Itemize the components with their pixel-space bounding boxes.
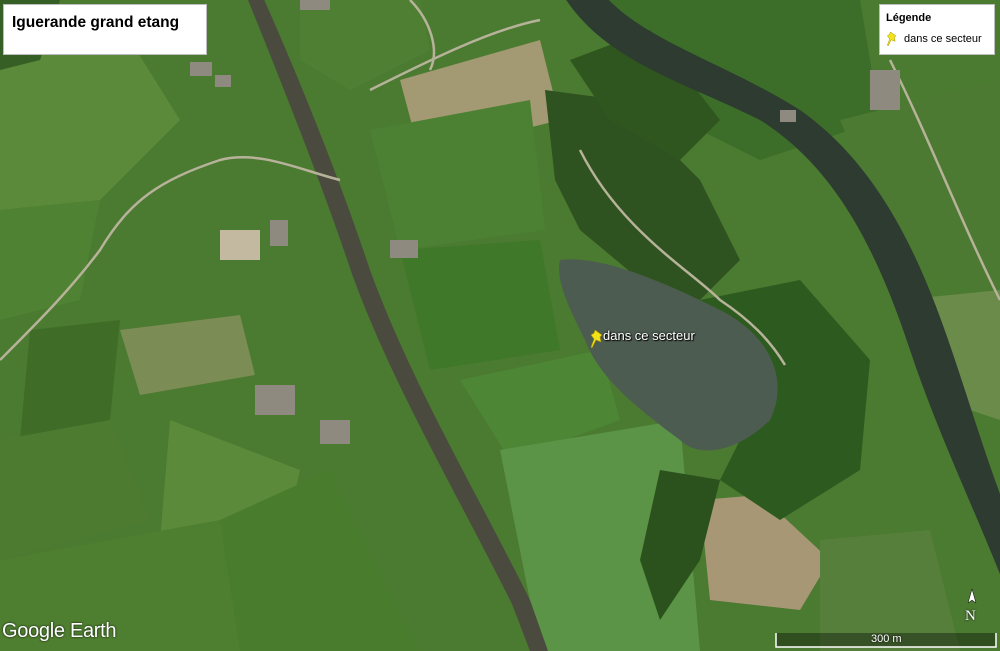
map-title: Iguerande grand etang	[12, 14, 180, 31]
legend-box: Légende dans ce secteur	[879, 4, 995, 55]
google-earth-watermark: Google Earth	[2, 620, 117, 642]
legend-title: Légende	[886, 12, 932, 24]
satellite-map[interactable]	[0, 0, 1000, 651]
scale-label: 300 m	[871, 633, 902, 645]
pin-label: dans ce secteur	[603, 328, 695, 343]
map-title-box: Iguerande grand etang	[3, 4, 207, 55]
legend-item-label: dans ce secteur	[904, 33, 982, 45]
north-label: N	[965, 608, 976, 624]
legend-item: dans ce secteur	[886, 32, 982, 46]
legend-pushpin-icon	[886, 32, 897, 46]
